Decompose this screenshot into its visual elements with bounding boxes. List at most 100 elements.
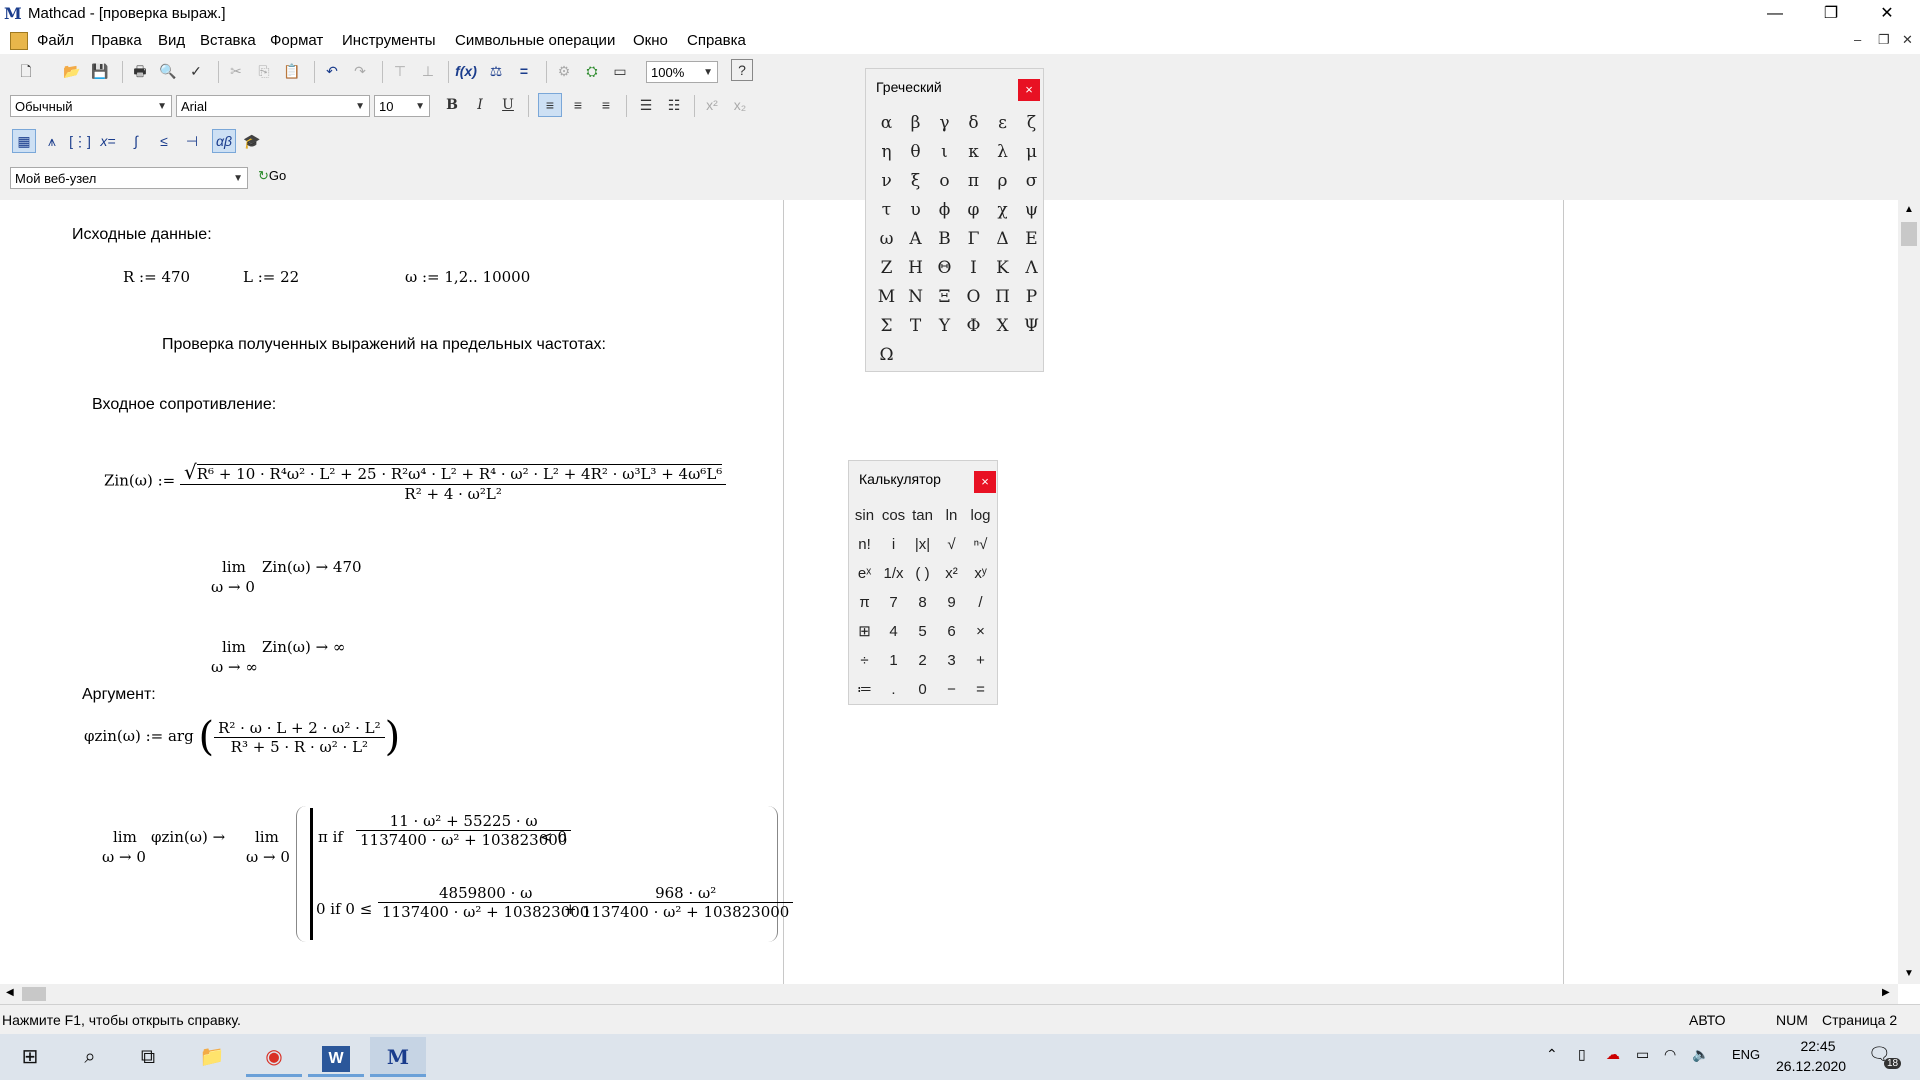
greek-symbol-button[interactable]: Π [988, 283, 1017, 312]
scroll-up-icon[interactable]: ▲ [1904, 204, 1914, 215]
menu-edit[interactable]: Правка [91, 32, 142, 49]
print-icon[interactable]: 🖶 [128, 59, 152, 83]
greek-symbol-button[interactable]: Η [901, 254, 930, 283]
greek-symbol-button[interactable]: Ρ [1017, 283, 1046, 312]
restore-button[interactable]: ❐ [1808, 0, 1854, 28]
align-top-icon[interactable]: ⊤ [388, 59, 412, 83]
greek-symbol-button[interactable]: Κ [988, 254, 1017, 283]
style-select[interactable]: Обычный ▼ [10, 95, 172, 117]
cut-icon[interactable]: ✂ [224, 59, 248, 83]
zoom-select[interactable]: 100% ▼ [646, 61, 718, 83]
greek-symbol-button[interactable]: Ι [959, 254, 988, 283]
calculator-key-button[interactable]: cos [879, 501, 908, 530]
scroll-left-icon[interactable]: ◀ [6, 987, 14, 998]
symbolic-toolbar-icon[interactable]: 🎓 [240, 129, 264, 153]
check-heading[interactable]: Проверка полученных выражений на предель… [162, 336, 606, 354]
mathcad-icon[interactable]: M [370, 1037, 426, 1077]
align-left-icon[interactable]: ≡ [538, 93, 562, 117]
horizontal-scrollbar[interactable]: ◀ ▶ [0, 984, 1898, 1004]
calculator-key-button[interactable]: log [966, 501, 995, 530]
word-icon[interactable]: W [308, 1037, 364, 1077]
copy-icon[interactable]: ⎘ [252, 59, 276, 83]
italic-button[interactable]: I [468, 93, 492, 117]
greek-symbol-button[interactable]: ω [872, 225, 901, 254]
greek-symbol-button[interactable]: ξ [901, 167, 930, 196]
zin-definition[interactable]: Zin(ω) := √R⁶ + 10 · R⁴ω² · L² + 25 · R²… [104, 460, 727, 503]
greek-symbol-button[interactable]: γ [930, 109, 959, 138]
resource-icon[interactable]: ⛭ [580, 59, 604, 83]
greek-symbol-button[interactable]: Ν [901, 283, 930, 312]
lim3-expression[interactable]: φzin(ω) → [151, 828, 225, 846]
calculator-key-button[interactable]: 5 [908, 617, 937, 646]
calculator-key-button[interactable]: tan [908, 501, 937, 530]
greek-symbol-button[interactable]: ε [988, 109, 1017, 138]
menu-window[interactable]: Окно [633, 32, 668, 49]
greek-symbol-button[interactable]: Ο [959, 283, 988, 312]
greek-symbol-button[interactable]: Σ [872, 312, 901, 341]
greek-symbol-button[interactable]: Τ [901, 312, 930, 341]
calculator-key-button[interactable]: 8 [908, 588, 937, 617]
greek-symbol-button[interactable]: Λ [1017, 254, 1046, 283]
component-icon[interactable]: ⚙ [552, 59, 576, 83]
menu-insert[interactable]: Вставка [200, 32, 256, 49]
greek-symbol-button[interactable]: μ [1017, 138, 1046, 167]
spell-check-icon[interactable]: ✓ [184, 59, 208, 83]
lim1-expression[interactable]: Zin(ω) → 470 [262, 558, 362, 576]
calculator-key-button[interactable]: ( ) [908, 559, 937, 588]
save-icon[interactable]: 💾 [88, 59, 112, 83]
greek-symbol-button[interactable]: ζ [1017, 109, 1046, 138]
vertical-scroll-thumb[interactable] [1901, 222, 1917, 246]
undo-icon[interactable]: ↶ [320, 59, 344, 83]
phi-definition[interactable]: φzin(ω) := arg ( R² · ω · L + 2 · ω² · L… [84, 714, 400, 760]
calculator-key-button[interactable]: xʸ [966, 559, 995, 588]
vertical-scrollbar[interactable]: ▲ ▼ [1898, 200, 1920, 984]
doc-minimize-button[interactable]: – [1854, 32, 1861, 47]
calculator-key-button[interactable]: ⊞ [850, 617, 879, 646]
greek-palette-close-button[interactable]: × [1018, 79, 1040, 101]
task-view-icon[interactable]: ⧉ [120, 1037, 176, 1077]
calculator-key-button[interactable]: |x| [908, 530, 937, 559]
evaluation-toolbar-icon[interactable]: x= [96, 129, 120, 153]
greek-symbol-button[interactable]: χ [988, 196, 1017, 225]
calculator-key-button[interactable]: / [966, 588, 995, 617]
calculator-key-button[interactable]: √ [937, 530, 966, 559]
align-right-icon[interactable]: ≡ [594, 93, 618, 117]
tray-device-icon[interactable]: ▯ [1578, 1046, 1586, 1063]
calculator-key-button[interactable]: 1 [879, 646, 908, 675]
close-window-button[interactable]: ✕ [1864, 0, 1910, 28]
initial-data-label[interactable]: Исходные данные: [72, 226, 212, 244]
greek-symbol-button[interactable]: ι [930, 138, 959, 167]
greek-symbol-button[interactable]: Θ [930, 254, 959, 283]
superscript-icon[interactable]: x² [700, 93, 724, 117]
calculator-key-button[interactable]: 3 [937, 646, 966, 675]
window-icon[interactable]: ▭ [608, 59, 632, 83]
calculator-key-button[interactable]: ⁿ√ [966, 530, 995, 559]
horizontal-scroll-thumb[interactable] [22, 987, 46, 1001]
greek-symbol-button[interactable]: ρ [988, 167, 1017, 196]
greek-symbol-button[interactable]: ψ [1017, 196, 1046, 225]
greek-symbol-button[interactable]: Ζ [872, 254, 901, 283]
graph-toolbar-icon[interactable]: ⩚ [40, 129, 64, 153]
calculator-palette-close-button[interactable]: × [974, 471, 996, 493]
greek-symbol-button[interactable]: ο [930, 167, 959, 196]
insert-function-icon[interactable]: f(x) [454, 59, 478, 83]
underline-button[interactable]: U [496, 93, 520, 117]
tray-onedrive-icon[interactable]: ☁ [1606, 1046, 1620, 1063]
greek-symbol-button[interactable]: Φ [959, 312, 988, 341]
greek-symbol-button[interactable]: δ [959, 109, 988, 138]
font-select[interactable]: Arial ▼ [176, 95, 370, 117]
calculator-key-button[interactable]: ÷ [850, 646, 879, 675]
wifi-icon[interactable]: ◠ [1664, 1046, 1676, 1063]
print-preview-icon[interactable]: 🔍 [156, 59, 180, 83]
bold-button[interactable]: B [440, 93, 464, 117]
language-indicator[interactable]: ENG [1732, 1047, 1760, 1062]
menu-tools[interactable]: Инструменты [342, 32, 436, 49]
help-icon[interactable]: ? [731, 59, 753, 81]
calculator-toolbar-icon[interactable]: ▦ [12, 129, 36, 153]
greek-symbol-button[interactable]: Α [901, 225, 930, 254]
L-definition[interactable]: L := 22 [243, 268, 299, 286]
omega-range-definition[interactable]: ω := 1,2.. 10000 [405, 268, 530, 286]
insert-unit-icon[interactable]: ⚖ [484, 59, 508, 83]
calculator-key-button[interactable]: − [937, 675, 966, 704]
new-icon[interactable]: 🗋 [14, 59, 38, 83]
